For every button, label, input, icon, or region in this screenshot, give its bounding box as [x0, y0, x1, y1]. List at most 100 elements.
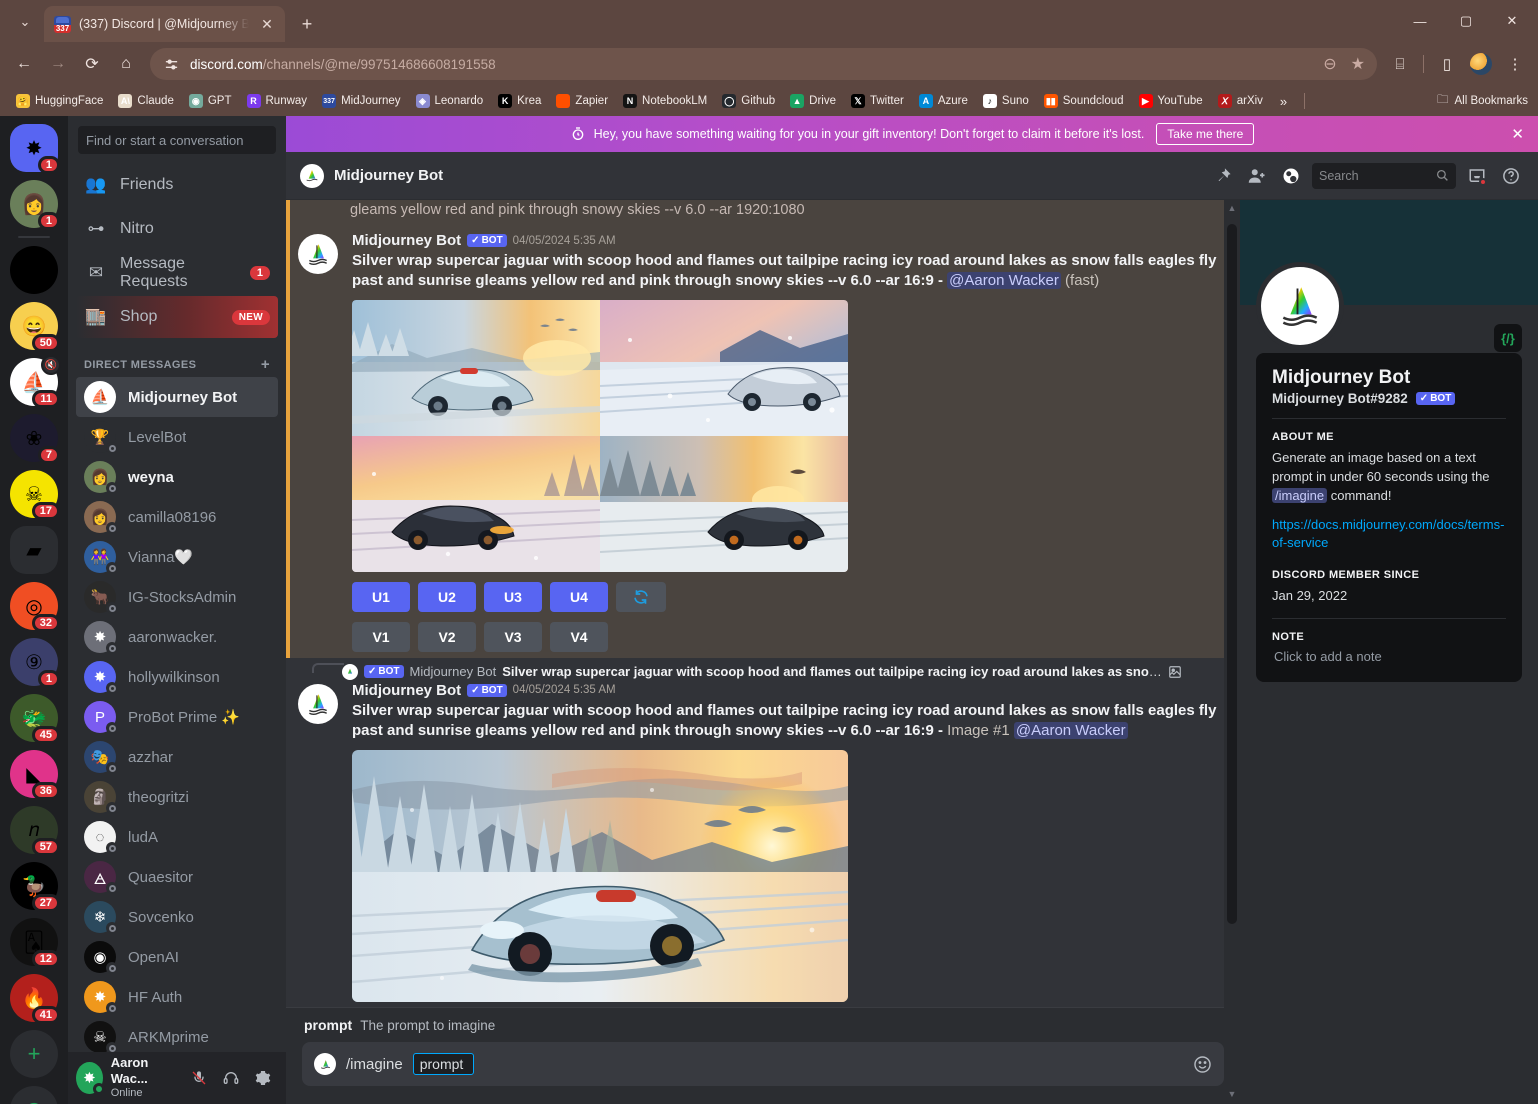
sidebar-item-message-requests[interactable]: ✉ Message Requests 1: [76, 252, 278, 294]
upscale-button-U1[interactable]: U1: [352, 581, 410, 612]
deafen-headset-button[interactable]: [216, 1063, 246, 1093]
explore-servers-button[interactable]: ◎: [10, 1086, 58, 1104]
bookmark-midjourney[interactable]: 337 MidJourney: [316, 91, 406, 111]
upscale-button-U2[interactable]: U2: [418, 581, 476, 612]
server-icon-server-midjourney[interactable]: ⛵ 🔇 11: [10, 355, 61, 408]
dm-item-levelbot[interactable]: 🏆 LevelBot: [76, 417, 278, 457]
home-icon[interactable]: ⌂: [110, 48, 142, 80]
image-grid-cell-3[interactable]: [352, 435, 600, 572]
message-scroll-region[interactable]: gleams yellow red and pink through snowy…: [286, 200, 1240, 1007]
bookmark-youtube[interactable]: ▶ YouTube: [1133, 91, 1209, 111]
new-tab-button[interactable]: +: [293, 10, 321, 38]
server-icon-server-capcut[interactable]: ◩: [10, 246, 58, 294]
server-icon-server-gradient[interactable]: ◣ 36: [10, 750, 60, 800]
close-banner-icon[interactable]: ✕: [1511, 125, 1524, 143]
message-input-bar[interactable]: /imagine prompt: [302, 1042, 1224, 1086]
tab-close-icon[interactable]: ✕: [257, 16, 277, 33]
bookmark-arxiv[interactable]: 𝑋arXiv: [1212, 91, 1269, 111]
browser-tab[interactable]: 337 (337) Discord | @Midjourney Bo ✕: [44, 6, 285, 42]
bookmark-runway[interactable]: R Runway: [241, 91, 314, 111]
dm-item-midjourney-bot[interactable]: ⛵ Midjourney Bot: [76, 377, 278, 417]
profile-link[interactable]: https://docs.midjourney.com/docs/terms-o…: [1272, 516, 1506, 554]
bookmark-notebooklm[interactable]: N NotebookLM: [617, 91, 713, 111]
bookmark-drive[interactable]: ▲ Drive: [784, 91, 842, 111]
bookmark-azure[interactable]: A Azure: [913, 91, 974, 111]
dm-item-quaesitor[interactable]: 🜁 Quaesitor: [76, 857, 278, 897]
server-icon-discord-home[interactable]: ✸ 1: [10, 124, 60, 174]
add-server-button[interactable]: +: [10, 1030, 58, 1078]
profile-avatar[interactable]: [1261, 267, 1339, 345]
bookmark-github[interactable]: ◯ Github: [716, 91, 781, 111]
bookmark-huggingface[interactable]: 🤗 HuggingFace: [10, 91, 109, 111]
scroll-down-arrow-icon[interactable]: ▼: [1228, 1086, 1237, 1102]
dm-item-hf-auth[interactable]: ✸ HF Auth: [76, 977, 278, 1017]
bookmarks-overflow-icon[interactable]: »: [1272, 94, 1295, 109]
sidebar-item-nitro[interactable]: ⊶ Nitro: [76, 208, 278, 250]
mute-microphone-button[interactable]: [184, 1063, 214, 1093]
bookmark-suno[interactable]: ♪ Suno: [977, 91, 1035, 111]
dm-item-ig-stocksadmin[interactable]: 🐂 IG-StocksAdmin: [76, 577, 278, 617]
upscale-button-U4[interactable]: U4: [550, 581, 608, 612]
reload-icon[interactable]: ⟳: [76, 48, 108, 80]
pinned-messages-icon[interactable]: [1210, 163, 1236, 189]
variation-button-V2[interactable]: V2: [418, 621, 476, 652]
add-friends-icon[interactable]: [1244, 163, 1270, 189]
address-bar[interactable]: discord.com/channels/@me/997514686608191…: [150, 48, 1377, 80]
dm-item-luda[interactable]: ◌ ludA: [76, 817, 278, 857]
create-dm-button[interactable]: +: [261, 356, 270, 373]
dm-item-arkmprime[interactable]: ☠ ARKMprime: [76, 1017, 278, 1052]
generated-image-large[interactable]: [352, 749, 848, 1002]
server-icon-server-emoji[interactable]: 😄 50: [10, 302, 60, 352]
image-grid-cell-4[interactable]: [600, 435, 848, 572]
dm-item-weyna[interactable]: 👩 weyna: [76, 457, 278, 497]
site-settings-icon[interactable]: [162, 55, 180, 73]
server-icon-server-jungle[interactable]: 🐲 45: [10, 694, 60, 744]
maximize-button[interactable]: ▢: [1444, 6, 1488, 36]
server-icon-server-stocks[interactable]: ⑨1: [10, 638, 60, 688]
server-icon-server-cards[interactable]: 🂡 12: [10, 918, 60, 968]
channel-search-input[interactable]: Search: [1312, 162, 1456, 189]
help-icon[interactable]: [1498, 163, 1524, 189]
server-icon-server-skull[interactable]: ☠ 17: [10, 470, 60, 520]
variation-button-V1[interactable]: V1: [352, 621, 410, 652]
server-icon-server-pi[interactable]: 𝑛 57: [10, 806, 60, 856]
side-panel-icon[interactable]: ▯: [1432, 49, 1462, 79]
server-icon-server-orange-swirl[interactable]: ◎ 32: [10, 582, 60, 632]
bookmark-krea[interactable]: K Krea: [492, 91, 547, 111]
message-avatar[interactable]: [298, 234, 338, 274]
scroll-up-arrow-icon[interactable]: ▲: [1228, 200, 1237, 216]
image-grid-cell-2[interactable]: [600, 299, 848, 436]
dm-item-aaronwacker-[interactable]: ✸ aaronwacker.: [76, 617, 278, 657]
find-conversation-input[interactable]: Find or start a conversation: [78, 126, 276, 154]
reply-preview[interactable]: ✓ BOT Midjourney Bot Silver wrap superca…: [342, 662, 1182, 682]
bookmark-star-icon[interactable]: ★: [1351, 54, 1365, 74]
zoom-icon[interactable]: ⊖: [1323, 54, 1336, 74]
sidebar-item-friends[interactable]: 👥 Friends: [76, 164, 278, 206]
bookmark-leonardo[interactable]: ◈ Leonardo: [410, 91, 490, 111]
image-grid-cell-1[interactable]: [352, 299, 600, 436]
extensions-icon[interactable]: ⌸: [1385, 49, 1415, 79]
mention-chip[interactable]: @Aaron Wacker: [947, 272, 1061, 290]
application-command-badge[interactable]: {/}: [1494, 324, 1522, 352]
tab-search-chevron-icon[interactable]: ⌄: [6, 5, 44, 39]
message-author[interactable]: Midjourney Bot: [352, 232, 461, 249]
message-author-2[interactable]: Midjourney Bot: [352, 682, 461, 699]
dm-item-camilla08196[interactable]: 👩 camilla08196: [76, 497, 278, 537]
server-icon-server-triad[interactable]: ❀ 7: [10, 414, 60, 464]
inbox-icon[interactable]: [1464, 163, 1490, 189]
dm-item-hollywilkinson[interactable]: ✸ hollywilkinson: [76, 657, 278, 697]
chrome-menu-icon[interactable]: ⋮: [1500, 49, 1530, 79]
message-scrollbar[interactable]: ▲ ▼: [1224, 200, 1240, 1104]
message-avatar-2[interactable]: [298, 683, 338, 724]
minimize-button[interactable]: —: [1398, 6, 1442, 36]
user-avatar[interactable]: ✸: [76, 1062, 105, 1095]
bookmark-claude[interactable]: A\ Claude: [112, 91, 179, 111]
back-icon[interactable]: ←: [8, 48, 40, 80]
user-settings-button[interactable]: [248, 1063, 278, 1093]
profile-avatar-icon[interactable]: [1466, 49, 1496, 79]
bookmark-twitter[interactable]: 𝕏 Twitter: [845, 91, 910, 111]
server-icon-server-fire[interactable]: 🔥 41: [10, 974, 60, 1024]
bookmark-gpt[interactable]: ◉ GPT: [183, 91, 238, 111]
emoji-picker-icon[interactable]: [1193, 1055, 1212, 1074]
bookmark-soundcloud[interactable]: ▮▮ Soundcloud: [1038, 91, 1130, 111]
